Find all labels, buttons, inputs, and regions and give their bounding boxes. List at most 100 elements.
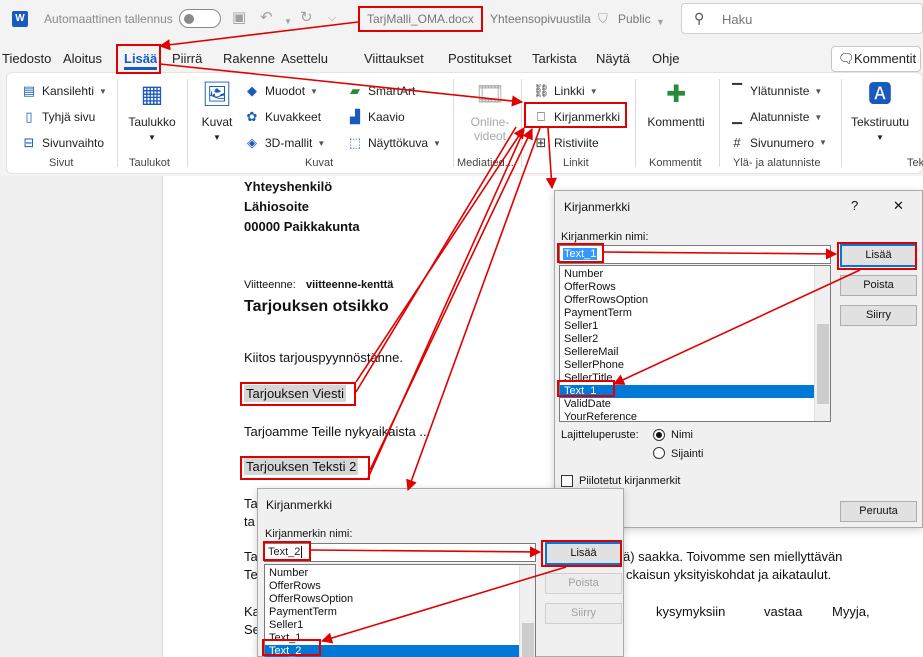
doc-body-right-3b: vastaa bbox=[764, 604, 803, 619]
cover-page-button[interactable]: ▤ Kansilehti ▼ bbox=[21, 83, 107, 99]
header-button[interactable]: ▔ Ylätunniste ▼ bbox=[729, 83, 822, 99]
doc-field-text2[interactable]: Tarjouksen Teksti 2 bbox=[244, 458, 359, 475]
close-icon[interactable]: ✕ bbox=[893, 198, 904, 214]
bookmark-list-item[interactable]: YourReference bbox=[560, 411, 815, 421]
table-button[interactable]: ▦ Taulukko ▼ bbox=[125, 81, 179, 143]
cancel-button[interactable]: Peruuta bbox=[840, 501, 917, 522]
scrollbar-thumb[interactable] bbox=[522, 623, 534, 657]
bookmark-list-item[interactable]: SellerTitle bbox=[560, 372, 815, 385]
online-videos-button[interactable]: 🎞 Online-videot bbox=[461, 81, 519, 143]
bookmark-list-item[interactable]: Text_1 bbox=[265, 632, 520, 645]
smartart-button[interactable]: ▰ SmartArt bbox=[347, 83, 415, 99]
footer-label: Alatunniste bbox=[750, 110, 810, 124]
bookmark-list-item[interactable]: Seller2 bbox=[560, 333, 815, 346]
tab-piirra[interactable]: Piirrä bbox=[172, 51, 202, 66]
bookmark-list-item[interactable]: Seller1 bbox=[265, 619, 520, 632]
blank-page-button[interactable]: ▯ Tyhjä sivu bbox=[21, 109, 95, 125]
chevron-down-icon[interactable]: ▼ bbox=[656, 14, 665, 30]
bookmark-list-scrollbar[interactable] bbox=[814, 266, 830, 421]
chevron-down-icon: ▼ bbox=[876, 133, 884, 142]
chevron-down-icon: ▼ bbox=[99, 86, 107, 96]
chart-button[interactable]: ▟ Kaavio bbox=[347, 109, 405, 125]
bookmark-list-item[interactable]: Text_2 bbox=[265, 645, 520, 657]
search-box[interactable]: ⚲ Haku bbox=[681, 3, 923, 34]
shapes-button[interactable]: ◆ Muodot ▼ bbox=[244, 83, 318, 99]
bookmark-list-item[interactable]: Seller1 bbox=[560, 320, 815, 333]
3d-models-button[interactable]: ◈ 3D-mallit ▼ bbox=[244, 135, 325, 151]
sensitivity-label[interactable]: Public bbox=[618, 12, 651, 26]
tab-tiedosto[interactable]: Tiedosto bbox=[2, 51, 51, 66]
document-filename[interactable]: TarjMalli_OMA.docx bbox=[367, 12, 474, 26]
blank-page-icon: ▯ bbox=[25, 109, 33, 124]
tab-postitukset[interactable]: Postitukset bbox=[448, 51, 512, 66]
bookmark-list[interactable]: Number OfferRows OfferRowsOption PaymentTer… bbox=[559, 265, 831, 422]
footer-button[interactable]: ▁ Alatunniste ▼ bbox=[729, 109, 822, 125]
tab-asettelu[interactable]: Asettelu bbox=[281, 51, 328, 66]
new-comment-button[interactable]: ✚ Kommentti bbox=[643, 81, 709, 129]
header-icon: ▔ bbox=[732, 83, 742, 98]
tab-tarkista[interactable]: Tarkista bbox=[532, 51, 577, 66]
bookmark-list-item[interactable]: Number bbox=[560, 268, 815, 281]
tab-rakenne[interactable]: Rakenne bbox=[223, 51, 275, 66]
screenshot-button[interactable]: ⬚ Näyttökuva ▼ bbox=[347, 135, 441, 151]
bookmark-list-item[interactable]: ValidDate bbox=[560, 398, 815, 411]
doc-field-message[interactable]: Tarjouksen Viesti bbox=[244, 385, 347, 402]
add-bookmark-button[interactable]: Lisää bbox=[545, 542, 622, 565]
scrollbar-thumb[interactable] bbox=[817, 324, 829, 404]
autosave-toggle[interactable] bbox=[179, 9, 221, 28]
page-break-button[interactable]: ⊟ Sivunvaihto bbox=[21, 135, 105, 151]
cross-reference-label: Ristiviite bbox=[554, 136, 599, 150]
comments-button[interactable]: 🗨 Kommentit bbox=[831, 46, 921, 72]
cross-reference-button[interactable]: ⊞ Ristiviite bbox=[533, 135, 599, 151]
undo-icon[interactable]: ↶ bbox=[260, 10, 273, 26]
bookmark-list-item[interactable]: Number bbox=[265, 567, 520, 580]
bookmark-list-item[interactable]: OfferRows bbox=[560, 281, 815, 294]
bookmark-list-item[interactable]: PaymentTerm bbox=[560, 307, 815, 320]
bookmark-list-item[interactable]: OfferRowsOption bbox=[265, 593, 520, 606]
text-caret bbox=[301, 546, 303, 558]
doc-postal-city: 00000 Paikkakunta bbox=[244, 219, 360, 234]
bookmark-name-value: Text_1 bbox=[563, 248, 598, 260]
bookmark-list-item[interactable]: SellereMail bbox=[560, 346, 815, 359]
tab-nayta[interactable]: Näytä bbox=[596, 51, 630, 66]
customize-toolbar-icon[interactable]: ⌵ bbox=[328, 10, 336, 26]
tab-ohje[interactable]: Ohje bbox=[652, 51, 679, 66]
add-bookmark-button[interactable]: Lisää bbox=[840, 244, 917, 267]
delete-bookmark-button[interactable]: Poista bbox=[545, 573, 622, 594]
save-icon[interactable]: ▣ bbox=[232, 10, 246, 26]
bookmark-list[interactable]: Number OfferRows OfferRowsOption PaymentTer… bbox=[264, 564, 536, 657]
bookmark-name-input[interactable]: Text_1 bbox=[559, 245, 831, 264]
pictures-button[interactable]: 🖼 Kuvat ▼ bbox=[197, 81, 237, 143]
dialog-title: Kirjanmerkki bbox=[564, 200, 631, 214]
bookmark-list-item[interactable]: SellerPhone bbox=[560, 359, 815, 372]
sort-by-name-radio[interactable] bbox=[653, 429, 665, 441]
bookmark-name-label: Kirjanmerkin nimi: bbox=[265, 528, 353, 540]
goto-bookmark-button[interactable]: Siirry bbox=[840, 305, 917, 326]
bookmark-button[interactable]: ⎕ Kirjanmerkki bbox=[533, 109, 620, 125]
bookmark-list-item[interactable]: OfferRowsOption bbox=[560, 294, 815, 307]
icons-button[interactable]: ✿ Kuvakkeet bbox=[244, 109, 322, 125]
goto-bookmark-button[interactable]: Siirry bbox=[545, 603, 622, 624]
tab-viittaukset[interactable]: Viittaukset bbox=[364, 51, 424, 66]
tab-aloitus[interactable]: Aloitus bbox=[63, 51, 102, 66]
text-box-button[interactable]: 🅰 Tekstiruutu ▼ bbox=[847, 81, 913, 143]
bookmark-list-item[interactable]: Text_1 bbox=[560, 385, 815, 398]
link-button[interactable]: ⛓ Linkki ▼ bbox=[533, 83, 598, 99]
page-number-button[interactable]: # Sivunumero ▼ bbox=[729, 135, 827, 150]
tab-lisaa[interactable]: Lisää bbox=[124, 51, 158, 70]
page-break-label: Sivunvaihto bbox=[42, 136, 105, 150]
help-icon[interactable]: ? bbox=[851, 198, 858, 213]
bookmark-list-item[interactable]: PaymentTerm bbox=[265, 606, 520, 619]
group-label-sivut: Sivut bbox=[49, 157, 74, 169]
sort-by-location-radio[interactable] bbox=[653, 447, 665, 459]
delete-bookmark-button[interactable]: Poista bbox=[840, 275, 917, 296]
bookmark-list-item[interactable]: OfferRows bbox=[265, 580, 520, 593]
compatibility-mode-label: Yhteensopivuustila bbox=[490, 12, 591, 26]
icons-icon: ✿ bbox=[246, 109, 258, 124]
redo-icon[interactable]: ↻ bbox=[300, 10, 313, 26]
bookmark-list-scrollbar[interactable] bbox=[519, 565, 535, 657]
undo-dropdown-icon[interactable]: ▼ bbox=[284, 14, 292, 30]
bookmark-icon: ⎕ bbox=[537, 109, 545, 124]
hidden-bookmarks-checkbox[interactable] bbox=[561, 475, 573, 487]
bookmark-name-input[interactable]: Text_2 bbox=[264, 543, 536, 562]
